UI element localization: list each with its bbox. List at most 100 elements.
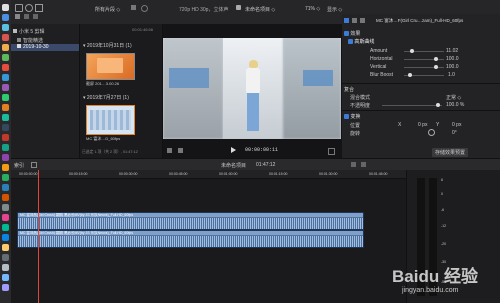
- blurred-left-panel: [163, 38, 223, 139]
- save-effects-preset-button[interactable]: 存储效果预置: [432, 148, 469, 157]
- checkbox-icon[interactable]: [344, 114, 349, 120]
- checkbox-icon[interactable]: [344, 31, 349, 37]
- app-icon[interactable]: [2, 74, 9, 81]
- horizontal-slider[interactable]: [404, 57, 444, 61]
- transform-icon[interactable]: [178, 148, 183, 153]
- opacity-slider[interactable]: [382, 103, 442, 107]
- project-title[interactable]: 未命名项目 ◇: [245, 6, 275, 13]
- app-icon[interactable]: [2, 104, 9, 111]
- keywords-icon[interactable]: [25, 4, 33, 12]
- slider-knob[interactable]: [408, 73, 412, 77]
- clip-thumbnail[interactable]: [86, 53, 135, 80]
- app-icon[interactable]: [2, 44, 9, 51]
- clip-thumbnail-selected[interactable]: [86, 105, 135, 135]
- checkbox-icon[interactable]: [348, 39, 353, 45]
- blur-boost-slider[interactable]: [404, 73, 444, 77]
- fullscreen-icon[interactable]: [328, 148, 335, 155]
- app-icon[interactable]: [2, 34, 9, 41]
- app-icon[interactable]: [2, 14, 9, 21]
- filmstrip-view-icon[interactable]: [131, 5, 136, 10]
- viewer-options-icon[interactable]: [167, 148, 172, 153]
- clip-filter-dropdown[interactable]: 所有片段 ◇: [95, 6, 120, 13]
- param-value[interactable]: 100.0: [446, 64, 459, 70]
- app-icon[interactable]: [2, 144, 9, 151]
- search-icon[interactable]: [141, 5, 148, 12]
- app-icon[interactable]: [2, 24, 9, 31]
- sidebar-item-smart-collections[interactable]: 智能精选: [17, 37, 43, 44]
- timeline-clip[interactable]: MC 富沐然(Girl Crush) 翻跳 黑纱长MV(by JS 乐队Neux…: [17, 212, 364, 230]
- app-icon[interactable]: [2, 204, 9, 211]
- app-icon[interactable]: [2, 194, 9, 201]
- app-icon[interactable]: [2, 254, 9, 261]
- composite-section[interactable]: 复合: [344, 86, 354, 93]
- date-group-header[interactable]: ▾ 2019年7月27日 (1): [83, 94, 129, 101]
- index-button[interactable]: 索引: [14, 162, 24, 169]
- timeline-project-name: 未命名项目: [221, 163, 247, 169]
- app-icon[interactable]: [2, 274, 9, 281]
- photos-icon[interactable]: [24, 14, 29, 19]
- library-icon[interactable]: [15, 14, 20, 19]
- app-icon[interactable]: [2, 54, 9, 61]
- app-icon[interactable]: [2, 124, 9, 131]
- blend-mode-dropdown[interactable]: 正常 ◇: [446, 94, 461, 101]
- slider-knob[interactable]: [434, 65, 438, 69]
- slider-knob[interactable]: [434, 57, 438, 61]
- slider-knob[interactable]: [410, 49, 414, 53]
- position-x-field[interactable]: 0 px: [418, 122, 427, 128]
- view-dropdown[interactable]: 显示 ◇: [327, 6, 342, 13]
- app-icon[interactable]: [2, 224, 9, 231]
- titles-icon[interactable]: [33, 14, 38, 19]
- sidebar-item-event[interactable]: 2019-10-30: [11, 44, 79, 51]
- video-inspector-icon[interactable]: [344, 18, 349, 23]
- app-icon[interactable]: [2, 164, 9, 171]
- app-icon[interactable]: [2, 264, 9, 271]
- effect-row[interactable]: 高斯曲线: [348, 38, 374, 45]
- app-icon[interactable]: [2, 244, 9, 251]
- app-icon[interactable]: [2, 154, 9, 161]
- app-icon[interactable]: [2, 234, 9, 241]
- app-icon[interactable]: [2, 94, 9, 101]
- meter-tick: -20: [441, 242, 447, 246]
- transform-section[interactable]: 变换: [344, 113, 360, 120]
- app-icon[interactable]: [2, 114, 9, 121]
- app-icon[interactable]: [2, 84, 9, 91]
- sidebar-item-library[interactable]: 小米 5 剪辑: [13, 28, 45, 35]
- effects-section[interactable]: 效果: [344, 30, 360, 37]
- timecode-display[interactable]: 00:00:00:11: [245, 147, 278, 153]
- playhead[interactable]: [38, 170, 39, 303]
- app-icon[interactable]: [2, 64, 9, 71]
- back-icon[interactable]: [31, 162, 37, 168]
- duration-label: 00:01:46:06: [132, 27, 154, 32]
- effects-browser-icon[interactable]: [361, 162, 366, 167]
- watermark-url: jingyan.baidu.com: [402, 287, 459, 294]
- app-icon[interactable]: [2, 134, 9, 141]
- rotation-dial[interactable]: [428, 129, 435, 136]
- param-value[interactable]: 11.02: [446, 48, 458, 54]
- app-icon[interactable]: [2, 184, 9, 191]
- app-icon[interactable]: [2, 214, 9, 221]
- import-icon[interactable]: [15, 4, 23, 12]
- vertical-slider[interactable]: [404, 65, 444, 69]
- ruler-tick-label: 00:01:00:00: [219, 172, 238, 176]
- clip-appearance-icon[interactable]: [351, 162, 356, 167]
- param-label: Horizontal: [370, 56, 393, 62]
- folder-icon: [17, 38, 21, 42]
- zoom-dropdown[interactable]: 71% ◇: [305, 6, 320, 12]
- finder-icon[interactable]: [2, 4, 9, 11]
- param-value[interactable]: 100.0: [446, 56, 459, 62]
- date-group-header[interactable]: ▾ 2019年10月31日 (1): [83, 42, 132, 49]
- rotation-field[interactable]: 0°: [452, 130, 457, 136]
- check-icon[interactable]: [35, 4, 43, 12]
- timeline-ruler[interactable]: 00:00:00:00 00:00:15:00 00:00:30:00 00:0…: [11, 170, 406, 179]
- info-inspector-icon[interactable]: [360, 18, 365, 23]
- timeline-clip[interactable]: MC 富沐然(Girl Crush) 翻跳 黑纱长MV(by JS 乐队Neux…: [17, 230, 364, 248]
- app-icon[interactable]: [2, 174, 9, 181]
- param-value[interactable]: 100.0 %: [446, 102, 464, 108]
- position-y-field[interactable]: 0 px: [452, 122, 461, 128]
- slider-knob[interactable]: [436, 103, 440, 107]
- param-value[interactable]: 1.0: [448, 72, 455, 78]
- play-icon[interactable]: [231, 147, 236, 153]
- amount-slider[interactable]: [404, 49, 444, 53]
- app-icon[interactable]: [2, 284, 9, 291]
- audio-inspector-icon[interactable]: [352, 18, 357, 23]
